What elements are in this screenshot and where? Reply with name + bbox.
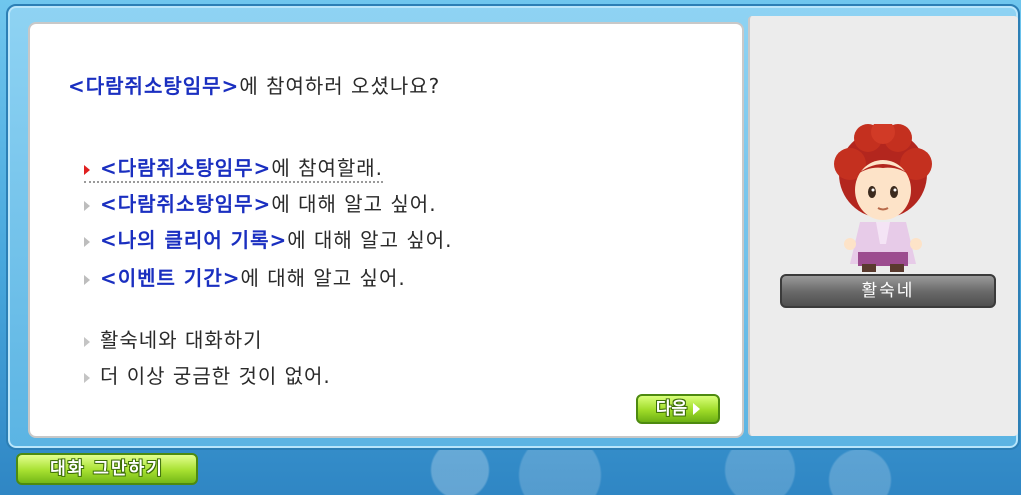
bullet-icon (84, 200, 90, 211)
option-text: 에 대해 알고 싶어. (287, 228, 453, 252)
next-button-label: 다음 (655, 399, 688, 419)
option-highlight: <다람쥐소탕임무> (100, 156, 272, 180)
dialog-text-panel: <다람쥐소탕임무>에 참여하러 오셨나요? <다람쥐소탕임무>에 참여할래. <… (28, 22, 744, 438)
npc-dialog-window: <다람쥐소탕임무>에 참여하러 오셨나요? <다람쥐소탕임무>에 참여할래. <… (6, 4, 1020, 450)
option-highlight: <나의 클리어 기록> (100, 228, 288, 252)
npc-name-plate: 활숙네 (780, 274, 996, 308)
option-text: 에 대해 알고 싶어. (240, 266, 406, 290)
bullet-icon (84, 164, 90, 175)
option-text: 에 참여할래. (271, 156, 384, 180)
next-button[interactable]: 다음 (636, 394, 720, 424)
bullet-icon (84, 372, 90, 383)
intro-quest-name: <다람쥐소탕임무> (68, 74, 240, 98)
option-text: 더 이상 궁금한 것이 없어. (100, 364, 331, 388)
option-about-mission[interactable]: <다람쥐소탕임무>에 대해 알고 싶어. (84, 188, 437, 217)
option-talk-to-npc[interactable]: 활숙네와 대화하기 (84, 324, 263, 353)
arrow-right-icon (693, 403, 701, 415)
end-chat-label: 대화 그만하기 (50, 459, 164, 479)
option-text: 에 대해 알고 싶어. (271, 192, 437, 216)
option-no-more-questions[interactable]: 더 이상 궁금한 것이 없어. (84, 360, 331, 389)
option-text: 활숙네와 대화하기 (100, 328, 263, 352)
npc-portrait (834, 124, 932, 272)
npc-name: 활숙네 (861, 281, 915, 301)
intro-question: 에 참여하러 오셨나요? (239, 74, 441, 98)
option-clear-record[interactable]: <나의 클리어 기록>에 대해 알고 싶어. (84, 224, 452, 253)
bullet-icon (84, 336, 90, 347)
bullet-icon (84, 236, 90, 247)
end-chat-button[interactable]: 대화 그만하기 (16, 453, 198, 485)
option-event-period[interactable]: <이벤트 기간>에 대해 알고 싶어. (84, 262, 406, 291)
option-highlight: <다람쥐소탕임무> (100, 192, 272, 216)
option-highlight: <이벤트 기간> (100, 266, 241, 290)
dialog-intro-text: <다람쥐소탕임무>에 참여하러 오셨나요? (68, 70, 440, 99)
npc-panel: 활숙네 (748, 16, 1018, 436)
option-join-mission[interactable]: <다람쥐소탕임무>에 참여할래. (84, 152, 384, 183)
bullet-icon (84, 274, 90, 285)
